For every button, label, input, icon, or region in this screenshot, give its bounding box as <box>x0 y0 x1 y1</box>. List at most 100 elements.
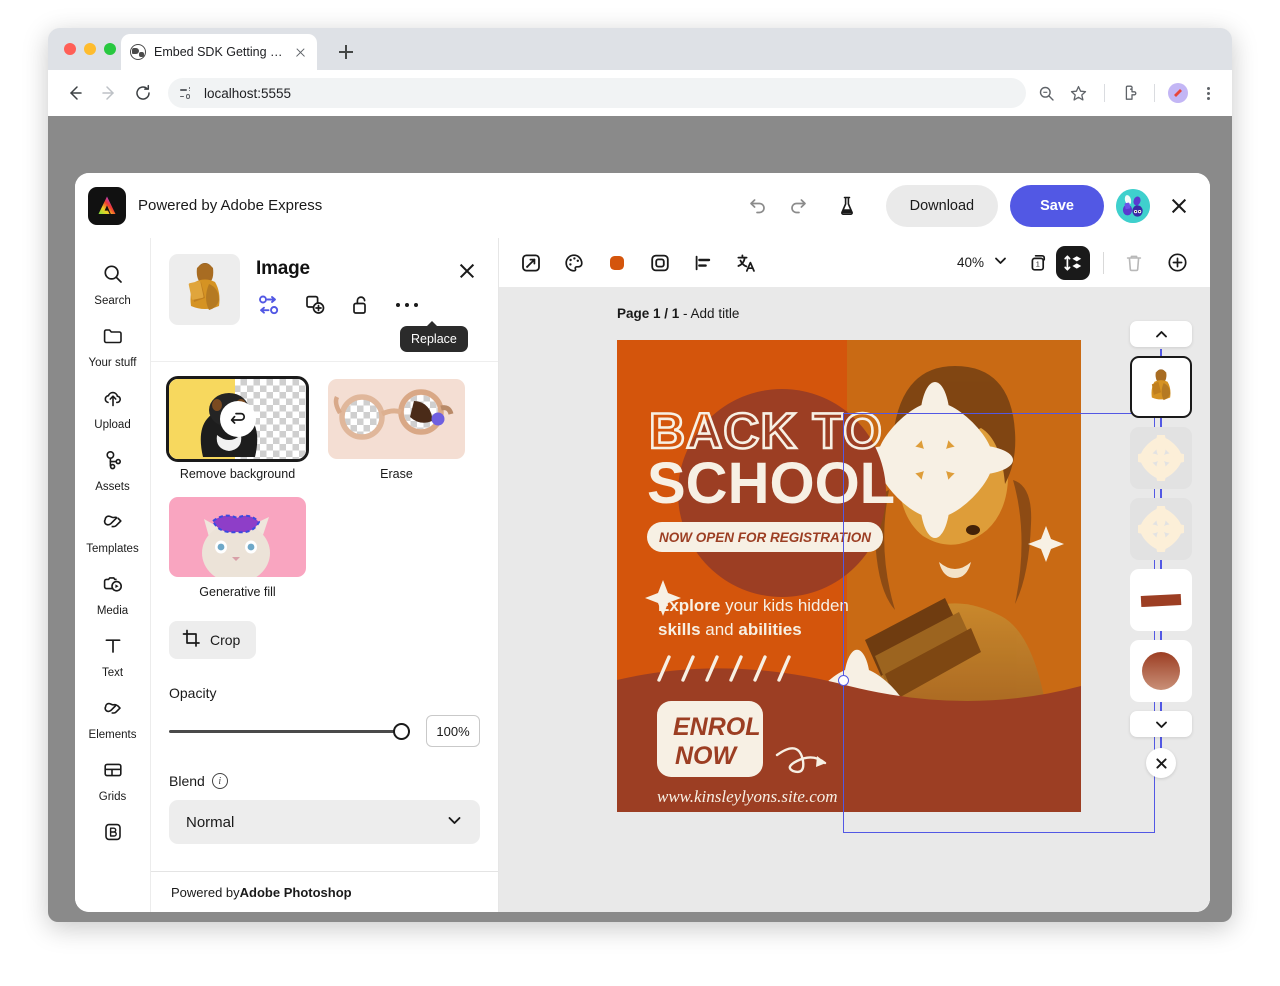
browser-toolbar: localhost:5555 <box>48 70 1232 116</box>
page-label: Page 1 / 1 - Add title <box>617 306 739 321</box>
sidebar-item-label: Templates <box>86 543 138 555</box>
arrow-left-icon[interactable] <box>60 78 90 108</box>
svg-text:1: 1 <box>1036 259 1040 268</box>
replace-icon[interactable] <box>256 292 282 318</box>
selected-image-thumbnail[interactable] <box>169 254 240 325</box>
crop-label: Crop <box>210 632 240 648</box>
close-window-button[interactable] <box>64 43 76 55</box>
close-layer-strip-button[interactable] <box>1146 748 1176 778</box>
save-button[interactable]: Save <box>1010 185 1104 227</box>
canvas-area[interactable]: Page 1 / 1 - Add title <box>499 287 1210 912</box>
generative-fill-card[interactable]: Generative fill <box>169 497 306 599</box>
adobe-express-logo <box>88 187 126 225</box>
elements-shapes-icon <box>102 697 124 724</box>
design-artboard[interactable]: BACK TO SCHOOL NOW OPEN FOR REGISTRATION… <box>617 340 1081 812</box>
layer-girl-image[interactable] <box>1130 356 1192 418</box>
blend-label: Blend <box>169 773 205 789</box>
sidebar-item-label: Assets <box>95 481 130 493</box>
resize-handle-top-left[interactable] <box>838 675 849 686</box>
sidebar-item-label: Search <box>94 295 130 307</box>
svg-text:NOW: NOW <box>675 742 739 770</box>
puzzle-piece-icon[interactable] <box>1117 79 1145 107</box>
url-bar[interactable]: localhost:5555 <box>168 78 1026 108</box>
color-palette-icon[interactable] <box>557 246 591 280</box>
sidebar-item-search[interactable]: Search <box>78 254 148 314</box>
opacity-row: 100% <box>169 715 480 747</box>
more-dots-icon[interactable] <box>394 292 420 318</box>
undo-icon[interactable] <box>742 191 772 221</box>
opacity-slider[interactable] <box>169 721 410 741</box>
media-play-icon <box>102 573 124 600</box>
reload-icon[interactable] <box>128 78 158 108</box>
sidebar-item-grids[interactable]: Grids <box>78 750 148 810</box>
tune-icon[interactable] <box>178 85 195 102</box>
info-icon[interactable]: i <box>212 773 228 789</box>
arrow-right-icon[interactable] <box>94 78 124 108</box>
slider-track <box>169 730 410 733</box>
border-shape-icon[interactable] <box>643 246 677 280</box>
align-icon[interactable] <box>686 246 720 280</box>
layer-flower-1[interactable] <box>1130 427 1192 489</box>
unlock-icon[interactable] <box>348 292 374 318</box>
close-icon[interactable] <box>292 44 308 60</box>
sidebar-item-text[interactable]: Text <box>78 626 148 686</box>
plus-circle-icon[interactable] <box>1160 246 1194 280</box>
svg-text:www.kinsleylyons.site.com: www.kinsleylyons.site.com <box>657 787 838 806</box>
chevron-up-icon[interactable] <box>1130 321 1192 347</box>
slider-thumb[interactable] <box>393 723 410 740</box>
layers-order-icon[interactable] <box>1056 246 1090 280</box>
sidebar-item-elements[interactable]: Elements <box>78 688 148 748</box>
redo-icon[interactable] <box>784 191 814 221</box>
tool-card-label: Erase <box>328 467 465 481</box>
opacity-value-field[interactable]: 100% <box>426 715 480 747</box>
sidebar-item-assets[interactable]: Assets <box>78 440 148 500</box>
tool-card-label: Generative fill <box>169 585 306 599</box>
sidebar-item-brand[interactable] <box>78 812 148 860</box>
star-icon[interactable] <box>1064 79 1092 107</box>
close-editor-button[interactable] <box>1162 189 1196 223</box>
blend-mode-select[interactable]: Normal <box>169 800 480 844</box>
trash-icon[interactable] <box>1117 246 1151 280</box>
sidebar-item-your-stuff[interactable]: Your stuff <box>78 316 148 376</box>
layer-circle[interactable] <box>1130 640 1192 702</box>
plus-icon[interactable] <box>334 40 358 64</box>
user-avatar[interactable] <box>1116 189 1150 223</box>
zoom-search-icon[interactable] <box>1032 79 1060 107</box>
crop-button[interactable]: Crop <box>169 621 256 659</box>
maximize-window-button[interactable] <box>104 43 116 55</box>
duplicate-icon[interactable] <box>302 292 328 318</box>
close-panel-button[interactable] <box>454 258 480 284</box>
minimize-window-button[interactable] <box>84 43 96 55</box>
three-dots-vertical-icon[interactable] <box>1196 81 1220 105</box>
folder-icon <box>102 325 124 352</box>
sidebar-item-media[interactable]: Media <box>78 564 148 624</box>
download-button[interactable]: Download <box>886 185 999 227</box>
grids-icon <box>102 759 124 786</box>
browser-tab[interactable]: Embed SDK Getting Started <box>121 34 317 70</box>
footer-prefix: Powered by <box>171 885 240 900</box>
tool-card-grid: Remove background <box>169 379 480 599</box>
layer-bar[interactable] <box>1130 569 1192 631</box>
generative-fill-cat-thumb <box>169 497 306 577</box>
sidebar-item-templates[interactable]: Templates <box>78 502 148 562</box>
sidebar-item-label: Upload <box>94 419 130 431</box>
profile-avatar-icon[interactable] <box>1164 79 1192 107</box>
resize-icon[interactable] <box>514 246 548 280</box>
layer-flower-2[interactable] <box>1130 498 1192 560</box>
pages-stack-icon[interactable]: 1 <box>1022 246 1056 280</box>
svg-text:skills and abilities: skills and abilities <box>658 620 802 639</box>
url-text: localhost:5555 <box>204 86 291 101</box>
zoom-control[interactable]: 40% <box>957 253 1008 273</box>
translate-icon[interactable] <box>729 246 763 280</box>
sidebar-item-label: Text <box>102 667 123 679</box>
fill-color-swatch[interactable] <box>600 246 634 280</box>
chevron-down-icon <box>446 812 463 833</box>
svg-text:Explore your kids hidden: Explore your kids hidden <box>658 596 849 615</box>
sidebar-item-upload[interactable]: Upload <box>78 378 148 438</box>
erase-card[interactable]: Erase <box>328 379 465 481</box>
left-rail: Search Your stuff Upload <box>75 238 151 912</box>
remove-background-card[interactable]: Remove background <box>169 379 306 481</box>
assets-node-icon <box>102 449 124 476</box>
chevron-down-icon[interactable] <box>1130 711 1192 737</box>
flask-icon[interactable] <box>832 191 862 221</box>
